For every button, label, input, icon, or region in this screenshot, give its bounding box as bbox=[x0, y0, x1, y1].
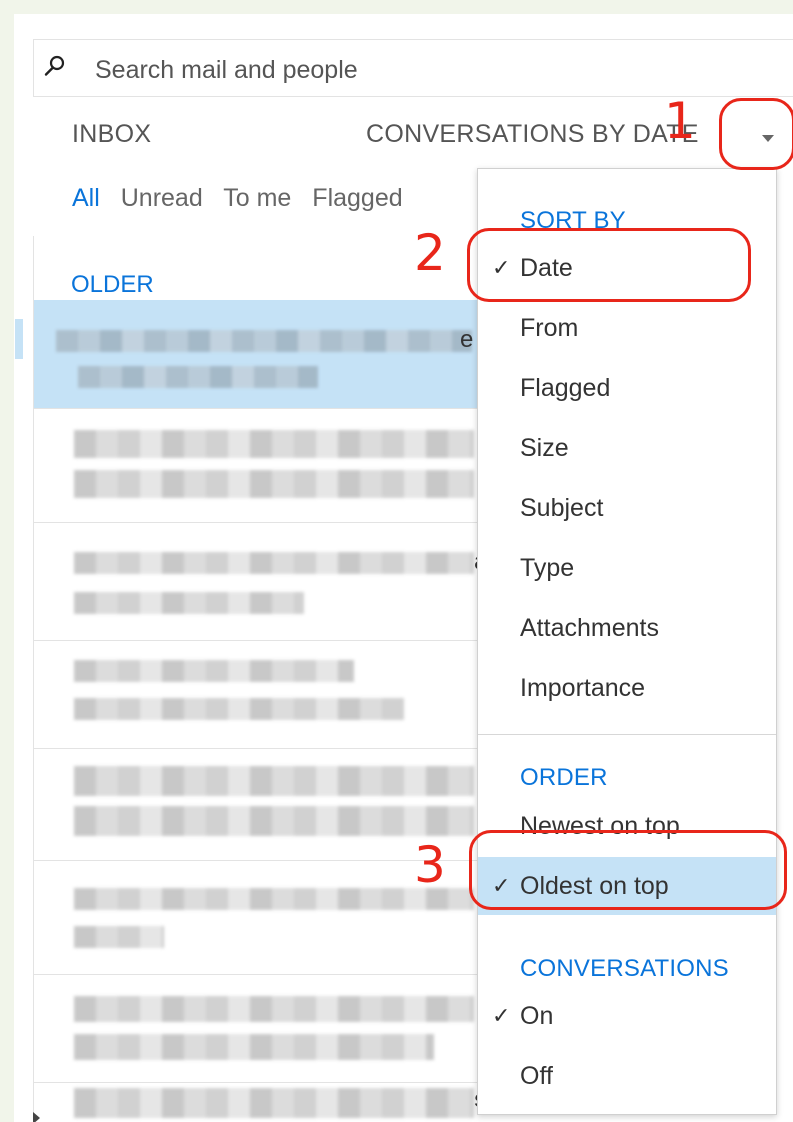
view-mode-dropdown[interactable]: CONVERSATIONS BY DATE bbox=[366, 120, 699, 149]
sort-option-attachments[interactable]: Attachments bbox=[478, 599, 776, 657]
redacted-text bbox=[74, 592, 304, 614]
triangle-right-icon[interactable] bbox=[33, 1112, 40, 1122]
section-conversations: CONVERSATIONS bbox=[520, 955, 729, 982]
filter-to-me[interactable]: To me bbox=[223, 184, 291, 212]
redacted-text bbox=[74, 698, 404, 720]
message-row[interactable] bbox=[34, 974, 504, 1083]
checkmark-icon: ✓ bbox=[492, 1003, 511, 1028]
search-input[interactable]: Search mail and people bbox=[95, 56, 358, 85]
redacted-text bbox=[78, 366, 318, 388]
redacted-text bbox=[74, 806, 474, 836]
annotation-highlight-2 bbox=[467, 228, 751, 302]
menu-item-label: Off bbox=[520, 1062, 553, 1090]
mail-app: Search mail and people INBOX CONVERSATIO… bbox=[14, 14, 793, 1122]
message-row[interactable]: a bbox=[34, 522, 504, 641]
message-row[interactable] bbox=[34, 408, 504, 523]
menu-item-label: Importance bbox=[520, 674, 646, 702]
annotation-number-2: 2 bbox=[414, 224, 446, 282]
search-box[interactable]: Search mail and people bbox=[33, 39, 793, 97]
filter-unread[interactable]: Unread bbox=[121, 184, 203, 212]
menu-item-label: From bbox=[520, 314, 579, 342]
menu-item-label: On bbox=[520, 1002, 554, 1030]
filter-flagged[interactable]: Flagged bbox=[312, 184, 402, 212]
folder-title: INBOX bbox=[72, 120, 152, 148]
sort-option-flagged[interactable]: Flagged bbox=[478, 359, 776, 417]
section-order: ORDER bbox=[520, 764, 608, 791]
message-row[interactable] bbox=[34, 640, 504, 749]
sort-option-importance[interactable]: Importance bbox=[478, 659, 776, 717]
sort-option-size[interactable]: Size bbox=[478, 419, 776, 477]
selection-accent bbox=[15, 319, 23, 359]
redacted-text bbox=[74, 552, 474, 574]
sort-option-subject[interactable]: Subject bbox=[478, 479, 776, 537]
conversations-option-on[interactable]: ✓ On bbox=[478, 987, 776, 1045]
menu-item-label: Type bbox=[520, 554, 575, 582]
annotation-number-3: 3 bbox=[414, 836, 446, 894]
message-row[interactable]: e bbox=[34, 300, 504, 409]
redacted-text bbox=[74, 1088, 474, 1118]
message-row[interactable]: s bbox=[33, 1082, 504, 1122]
message-list: OLDER e a bbox=[15, 236, 504, 1122]
annotation-number-1: 1 bbox=[664, 92, 696, 150]
sort-option-from[interactable]: From bbox=[478, 299, 776, 357]
menu-item-label: Flagged bbox=[520, 374, 611, 402]
sort-options-menu: SORT BY ✓ Date From Flagged Size Subject… bbox=[477, 168, 777, 1115]
menu-item-label: Attachments bbox=[520, 614, 659, 642]
redacted-text bbox=[74, 926, 164, 948]
menu-item-label: Size bbox=[520, 434, 569, 462]
redacted-text bbox=[56, 330, 472, 352]
menu-item-label: Subject bbox=[520, 494, 604, 522]
redacted-text bbox=[74, 1034, 434, 1060]
list-section-header: OLDER bbox=[71, 271, 154, 298]
annotation-highlight-1 bbox=[719, 98, 793, 170]
annotation-highlight-3 bbox=[469, 830, 787, 910]
truncated-text: e bbox=[460, 326, 474, 353]
menu-divider bbox=[478, 734, 776, 735]
redacted-text bbox=[74, 766, 474, 796]
redacted-text bbox=[74, 430, 474, 458]
search-icon bbox=[44, 55, 65, 76]
conversations-option-off[interactable]: Off bbox=[478, 1047, 776, 1105]
sort-option-type[interactable]: Type bbox=[478, 539, 776, 597]
redacted-text bbox=[74, 660, 354, 682]
filter-bar: All Unread To me Flagged bbox=[72, 184, 417, 213]
filter-all[interactable]: All bbox=[72, 184, 100, 212]
redacted-text bbox=[74, 470, 474, 498]
redacted-text bbox=[74, 996, 474, 1022]
